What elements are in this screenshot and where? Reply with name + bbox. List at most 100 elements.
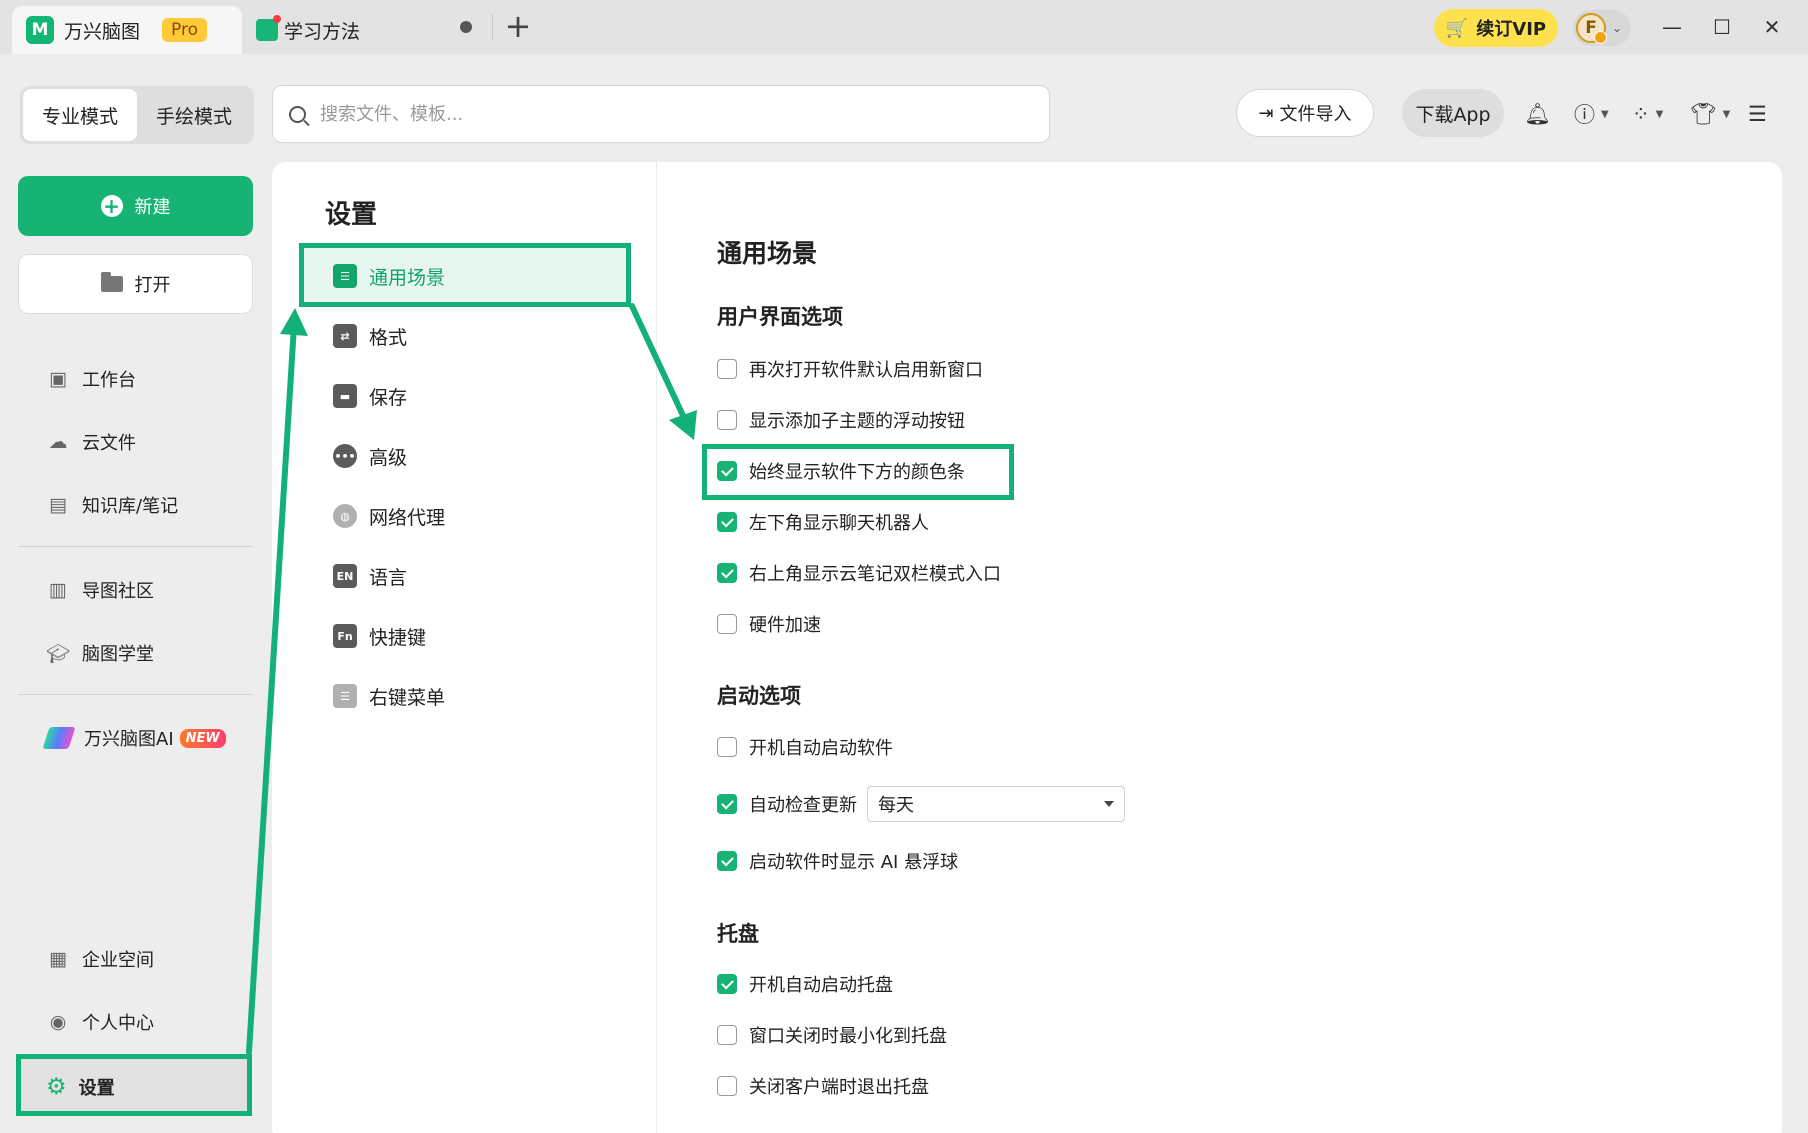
avatar: F: [1576, 13, 1607, 44]
mode-professional[interactable]: 专业模式: [23, 89, 137, 141]
checkbox-checked[interactable]: [717, 851, 737, 871]
sidebar-item-label: 个人中心: [82, 1013, 154, 1034]
open-button[interactable]: 打开: [18, 254, 253, 314]
sidebar-divider: [18, 546, 253, 547]
dropdown-arrow-icon: [1104, 801, 1114, 807]
option-label: 左下角显示聊天机器人: [749, 513, 929, 534]
unsaved-dot-icon[interactable]: [460, 21, 472, 33]
sidebar-item-enterprise[interactable]: ▦ 企业空间: [46, 944, 154, 974]
option-tray-autostart[interactable]: 开机自动启动托盘: [717, 971, 893, 997]
option-auto-update[interactable]: 自动检查更新: [717, 791, 857, 817]
mode-hand-drawn[interactable]: 手绘模式: [137, 89, 251, 141]
option-label: 窗口关闭时最小化到托盘: [749, 1026, 947, 1047]
sidebar-item-academy[interactable]: 🎓︎ 脑图学堂: [46, 638, 154, 668]
category-label: 高级: [369, 446, 408, 469]
sidebar-item-label: 云文件: [82, 433, 136, 454]
search-icon: [289, 105, 306, 123]
context-menu-icon: ☰: [333, 684, 357, 708]
tab-label: 学习方法: [284, 20, 361, 43]
option-label: 关闭客户端时退出托盘: [749, 1077, 929, 1098]
option-cloud-notes-dual[interactable]: 右上角显示云笔记双栏模式入口: [717, 560, 1001, 586]
globe-icon: ◍: [333, 504, 357, 528]
tab-label: 万兴脑图: [64, 20, 141, 43]
renew-vip-button[interactable]: 🛒 续订VIP: [1434, 9, 1558, 47]
maximize-icon[interactable]: ☐: [1704, 10, 1740, 44]
workbench-icon: ▣: [49, 368, 67, 390]
category-context-menu[interactable]: ☰ 右键菜单: [333, 680, 445, 712]
checkbox[interactable]: [717, 1025, 737, 1045]
checkbox[interactable]: [717, 410, 737, 430]
option-hardware-accel[interactable]: 硬件加速: [717, 611, 821, 637]
category-format[interactable]: ⇄ 格式: [333, 320, 407, 352]
checkbox-checked[interactable]: [717, 512, 737, 532]
option-new-window[interactable]: 再次打开软件默认启用新窗口: [717, 356, 983, 382]
category-shortcuts[interactable]: Fn 快捷键: [333, 620, 426, 652]
section-title: 通用场景: [717, 239, 818, 268]
option-label: 显示添加子主题的浮动按钮: [749, 411, 965, 432]
apps-grid-icon[interactable]: ⁘ ▼: [1632, 100, 1663, 128]
tab-study-method[interactable]: 学习方法: [250, 6, 490, 54]
option-floating-button[interactable]: 显示添加子主题的浮动按钮: [717, 407, 965, 433]
chevron-down-icon: ⌄: [1612, 21, 1623, 35]
new-button[interactable]: + 新建: [18, 176, 253, 236]
sidebar-item-label: 知识库/笔记: [82, 496, 179, 517]
sidebar-divider: [18, 694, 253, 695]
checkbox[interactable]: [717, 614, 737, 634]
new-label: 新建: [134, 197, 171, 218]
sidebar-item-cloud-files[interactable]: ☁ 云文件: [46, 427, 137, 457]
download-app-button[interactable]: 下载App: [1402, 89, 1504, 137]
sidebar-item-ai[interactable]: 万兴脑图AI NEW: [42, 723, 226, 753]
minimize-icon[interactable]: —: [1654, 10, 1690, 44]
option-chatbot[interactable]: 左下角显示聊天机器人: [717, 509, 929, 535]
category-label: 格式: [369, 326, 408, 349]
cloud-icon: ☁: [48, 431, 68, 453]
sidebar-item-personal-center[interactable]: ◉ 个人中心: [46, 1007, 154, 1037]
option-autostart[interactable]: 开机自动启动软件: [717, 734, 893, 760]
sidebar-item-label: 脑图学堂: [82, 644, 154, 665]
sidebar-item-workbench[interactable]: ▣ 工作台: [46, 364, 136, 394]
collapse-menu-icon[interactable]: ☰: [1748, 100, 1767, 128]
help-icon[interactable]: ⓘ ▼: [1574, 100, 1609, 128]
category-advanced[interactable]: ••• 高级: [333, 440, 407, 472]
checkbox[interactable]: [717, 737, 737, 757]
category-save[interactable]: ▬ 保存: [333, 380, 407, 412]
settings-panel: [272, 162, 1782, 1133]
annotation-box-color-bar: [702, 444, 1014, 500]
skin-shirt-icon[interactable]: 👕︎ ▼: [1690, 100, 1730, 128]
option-ai-ball[interactable]: 启动软件时显示 AI 悬浮球: [717, 848, 958, 874]
category-proxy[interactable]: ◍ 网络代理: [333, 500, 445, 532]
checkbox-checked[interactable]: [717, 563, 737, 583]
search-box: [272, 85, 1050, 143]
sidebar-item-community[interactable]: ▥ 导图社区: [46, 575, 154, 605]
plus-circle-icon: +: [100, 195, 123, 217]
category-label: 右键菜单: [369, 686, 446, 709]
category-label: 网络代理: [369, 506, 446, 529]
settings-title: 设置: [325, 200, 378, 230]
save-icon: ▬: [333, 384, 357, 408]
tab-divider: [492, 14, 493, 40]
import-label: 文件导入: [1279, 104, 1352, 125]
annotation-box-general: [299, 243, 631, 307]
close-icon[interactable]: ✕: [1754, 10, 1790, 44]
sidebar-item-knowledge-notes[interactable]: ▤ 知识库/笔记: [46, 490, 178, 520]
vip-label: 续订VIP: [1476, 19, 1547, 40]
mindmap-doc-icon: [256, 15, 281, 41]
option-minimize-to-tray[interactable]: 窗口关闭时最小化到托盘: [717, 1022, 947, 1048]
checkbox-checked[interactable]: [717, 974, 737, 994]
checkbox[interactable]: [717, 1076, 737, 1096]
category-language[interactable]: EN 语言: [333, 560, 407, 592]
app-logo-icon: M: [26, 16, 54, 44]
open-label: 打开: [134, 275, 171, 296]
file-import-button[interactable]: ⇥ 文件导入: [1236, 89, 1374, 137]
option-exit-tray[interactable]: 关闭客户端时退出托盘: [717, 1073, 929, 1099]
account-menu[interactable]: F ⌄: [1573, 10, 1631, 46]
checkbox-checked[interactable]: [717, 794, 737, 814]
update-frequency-select[interactable]: 每天: [867, 786, 1125, 822]
tab-wanxing-mindmap[interactable]: M 万兴脑图 Pro: [12, 6, 242, 54]
option-label: 开机自动启动托盘: [749, 975, 893, 996]
search-input[interactable]: [320, 103, 1020, 125]
group-title-tray: 托盘: [717, 922, 759, 946]
checkbox[interactable]: [717, 359, 737, 379]
bell-icon[interactable]: 🔔︎: [1524, 100, 1551, 128]
new-tab-plus-icon[interactable]: +: [504, 9, 532, 43]
